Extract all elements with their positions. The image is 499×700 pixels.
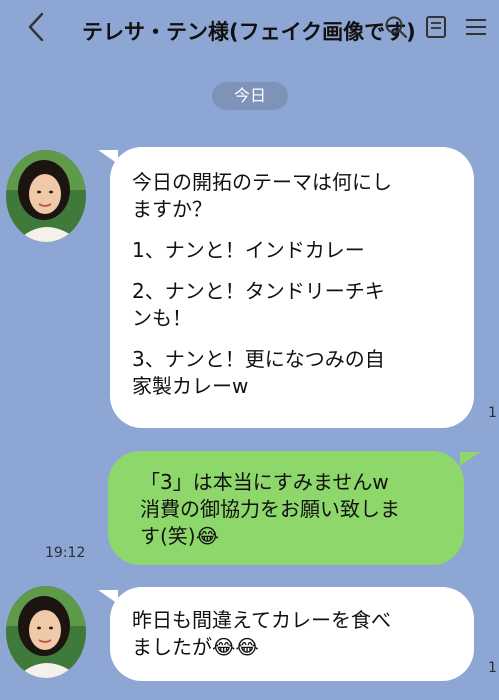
message-text: 昨日も間違えてカレーを食べ (132, 608, 391, 632)
message-bubble[interactable]: 今日の開拓のテーマは何にし ますか？ 1、ナンと！インドカレー 2、ナンと！タン… (110, 147, 474, 428)
avatar[interactable] (6, 586, 86, 678)
avatar[interactable] (6, 150, 86, 242)
message-text: 2、ナンと！タンドリーチキ (132, 279, 385, 303)
message-text: 「3」は本当にすみませんw (140, 470, 389, 494)
message-text: 今日の開拓のテーマは何にし (132, 170, 392, 194)
search-icon[interactable] (383, 14, 409, 40)
message-text: 家製カレーw (132, 374, 249, 398)
message-bubble[interactable]: 「3」は本当にすみませんw 消費の御協力をお願い致しま す(笑)😂 (108, 451, 464, 565)
message-text: ンも！ (132, 306, 192, 330)
message-text: 消費の御協力をお願い致しま (140, 497, 400, 521)
message-text: す(笑)😂 (140, 524, 219, 548)
chevron-left-icon (28, 12, 44, 42)
message-time: 19:12 (45, 545, 86, 561)
message-time: 1 (488, 660, 497, 676)
message-time: 1 (488, 405, 497, 421)
message-text: ますか？ (132, 197, 212, 221)
bubble-tail (460, 452, 480, 466)
header-actions (383, 14, 489, 40)
chat-header: テレサ・テン様(フェイク画像です) (0, 0, 499, 62)
date-separator: 今日 (212, 82, 288, 110)
message-text: 3、ナンと！更になつみの自 (132, 347, 385, 371)
message-text: 1、ナンと！インドカレー (132, 238, 365, 262)
message-bubble[interactable]: 昨日も間違えてカレーを食べ ましたが😂😂 (110, 587, 474, 681)
notes-icon[interactable] (423, 14, 449, 40)
message-text: ましたが😂😂 (132, 635, 259, 659)
menu-icon[interactable] (463, 14, 489, 40)
back-button[interactable] (22, 10, 52, 44)
